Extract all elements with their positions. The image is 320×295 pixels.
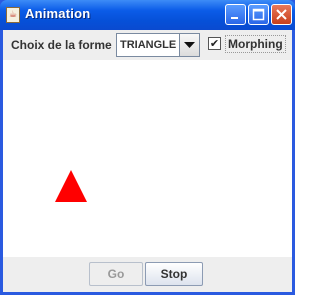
animation-canvas [3, 60, 292, 257]
close-icon [276, 9, 287, 20]
minimize-button[interactable] [225, 4, 246, 25]
maximize-button[interactable] [248, 4, 269, 25]
triangle-shape [55, 170, 87, 202]
button-bar: Go Stop [3, 257, 292, 292]
app-window: ☕ Animation Choix de la forme TRIANGLE ✔… [0, 0, 295, 295]
go-button[interactable]: Go [89, 262, 143, 286]
content-pane: Choix de la forme TRIANGLE ✔ Morphing Go… [3, 30, 292, 292]
shape-select-value: TRIANGLE [120, 39, 177, 51]
title-bar[interactable]: ☕ Animation [0, 0, 295, 30]
chevron-down-icon [184, 42, 195, 48]
minimize-icon [231, 17, 238, 19]
shape-select[interactable]: TRIANGLE [116, 33, 200, 57]
shape-label: Choix de la forme [11, 38, 112, 52]
morphing-label[interactable]: Morphing [225, 35, 286, 53]
window-title: Animation [25, 6, 91, 21]
dropdown-button[interactable] [179, 34, 199, 56]
maximize-icon [252, 8, 265, 21]
java-cup-icon: ☕ [6, 7, 20, 23]
canvas-drawing [55, 170, 87, 202]
stop-button[interactable]: Stop [145, 262, 203, 286]
checkbox-box[interactable]: ✔ [208, 37, 221, 50]
close-button[interactable] [271, 4, 292, 25]
options-toolbar: Choix de la forme TRIANGLE ✔ Morphing [3, 30, 292, 60]
